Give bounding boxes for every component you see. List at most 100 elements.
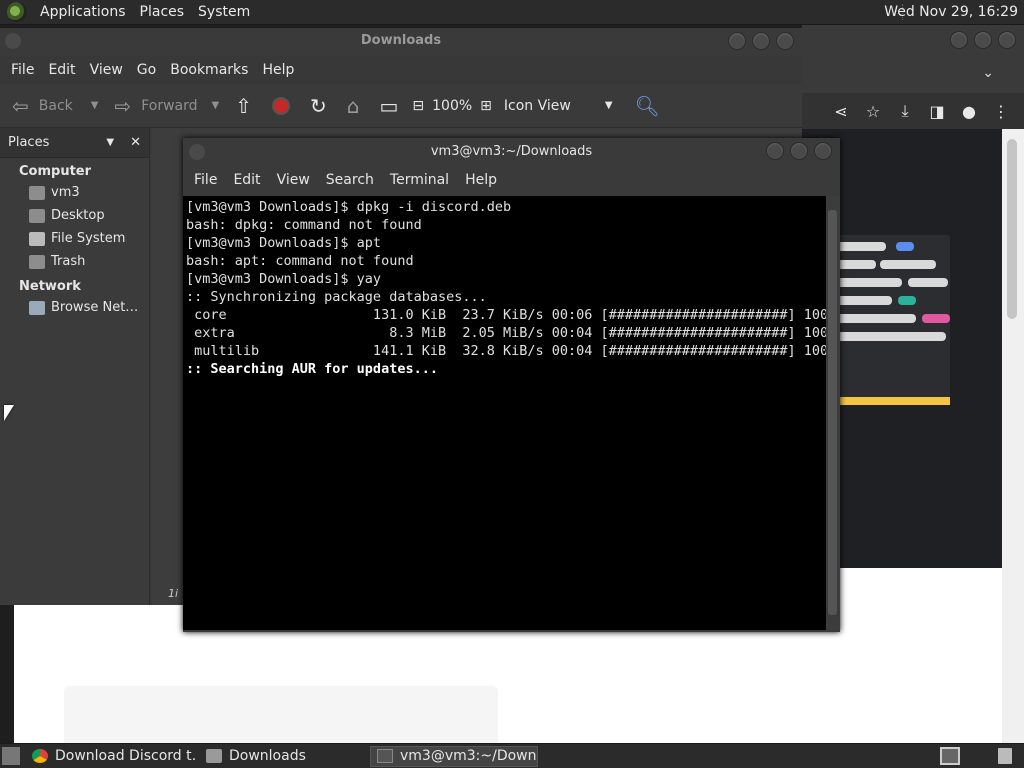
- clock[interactable]: Wed Nov 29, 16:29: [884, 4, 1018, 20]
- computer-icon: ▭: [379, 93, 399, 118]
- window-title: vm3@vm3:~/Downloads: [430, 144, 593, 159]
- maximize-button[interactable]: [752, 32, 770, 50]
- bookmark-star-icon[interactable]: ☆: [864, 102, 882, 121]
- close-button[interactable]: [814, 142, 832, 160]
- file-manager-toolbar: ⇦ Back ▼ ⇨ Forward ▼ ⇧ ↻ ⌂ ▭ ⊟ 100% ⊞ Ic…: [0, 84, 802, 128]
- window-title: Downloads: [360, 33, 442, 48]
- sidebar-section-computer: Computer: [19, 164, 92, 179]
- trash-applet-icon[interactable]: [998, 748, 1012, 764]
- distro-logo-icon[interactable]: [7, 2, 27, 22]
- terminal-line: [vm3@vm3 Downloads]$ dpkg -i discord.deb: [186, 199, 512, 215]
- menu-file[interactable]: File: [4, 62, 41, 78]
- terminal-menubar: File Edit View Search Terminal Help: [183, 165, 840, 195]
- browser-toolbar: ⋖ ☆ ⤓ ◨ ● ⋮: [802, 93, 1024, 129]
- arrow-up-icon: ⇧: [235, 93, 253, 118]
- zoom-in-icon[interactable]: ⊞: [480, 98, 492, 114]
- stop-button[interactable]: [272, 96, 291, 115]
- back-button[interactable]: ⇦ Back ▼: [12, 94, 98, 118]
- window-menu-icon[interactable]: [189, 144, 205, 160]
- show-desktop-icon[interactable]: [2, 747, 20, 765]
- sidebar-item-browse-network[interactable]: Browse Net…: [0, 296, 149, 319]
- download-icon[interactable]: ⤓: [896, 101, 914, 121]
- file-manager-menubar: File Edit View Go Bookmarks Help: [0, 56, 802, 84]
- terminal-line: bash: apt: command not found: [186, 253, 414, 269]
- sidebar-section-network: Network: [19, 279, 81, 294]
- browser-titlebar[interactable]: [802, 25, 1024, 55]
- chevron-down-icon[interactable]: ▼: [212, 100, 220, 111]
- workspace-switcher-icon[interactable]: [940, 747, 960, 765]
- chevron-down-icon[interactable]: ▼: [91, 100, 99, 111]
- arrow-right-icon: ⇨: [114, 93, 132, 118]
- places-sidebar: Places ▼ ✕ Computer vm3 Desktop File Sys…: [0, 128, 150, 605]
- terminal-window: vm3@vm3:~/Downloads File Edit View Searc…: [183, 138, 840, 632]
- applications-menu[interactable]: Applications: [33, 4, 133, 20]
- window-menu-icon[interactable]: [5, 33, 21, 49]
- sidebar-item-trash[interactable]: Trash: [0, 250, 149, 273]
- close-icon[interactable]: ✕: [130, 135, 141, 150]
- task-downloads[interactable]: Downloads: [200, 746, 366, 767]
- forward-button[interactable]: ⇨ Forward ▼: [114, 94, 219, 118]
- menu-view[interactable]: View: [83, 62, 130, 78]
- places-menu[interactable]: Places: [133, 4, 192, 20]
- terminal-icon: [377, 749, 393, 763]
- terminal-line: bash: dpkg: command not found: [186, 217, 422, 233]
- minimize-button[interactable]: [950, 31, 968, 49]
- menu-view[interactable]: View: [269, 172, 318, 188]
- minimize-button[interactable]: [766, 142, 784, 160]
- status-bar: 1i: [168, 587, 179, 600]
- browser-scrollbar[interactable]: [1002, 129, 1024, 768]
- terminal-line: :: Synchronizing package databases...: [186, 289, 487, 305]
- stop-icon: [272, 96, 291, 115]
- menu-bookmarks[interactable]: Bookmarks: [163, 62, 255, 78]
- terminal-line: extra 8.3 MiB 2.05 MiB/s 00:04 [########…: [186, 325, 826, 341]
- menu-file[interactable]: File: [186, 172, 225, 188]
- home-folder-icon: [29, 185, 45, 200]
- reload-button[interactable]: ↻: [310, 94, 327, 118]
- sidebar-item-desktop[interactable]: Desktop: [0, 204, 149, 227]
- menu-help[interactable]: Help: [255, 62, 301, 78]
- chevron-down-icon: ▼: [604, 100, 613, 111]
- task-terminal[interactable]: vm3@vm3:~/Downl…: [370, 745, 538, 767]
- sidebar-header[interactable]: Places: [8, 135, 106, 150]
- trash-icon: [29, 254, 45, 269]
- terminal-screen[interactable]: [vm3@vm3 Downloads]$ dpkg -i discord.deb…: [183, 196, 826, 630]
- menu-terminal[interactable]: Terminal: [382, 172, 457, 188]
- maximize-button[interactable]: [974, 31, 992, 49]
- search-icon: 🔍︎: [634, 93, 660, 118]
- share-icon[interactable]: ⋖: [832, 102, 850, 121]
- bottom-taskbar: Download Discord t… Downloads vm3@vm3:~/…: [0, 743, 1024, 768]
- reload-icon: ↻: [310, 93, 327, 118]
- search-button[interactable]: 🔍︎: [635, 94, 670, 118]
- sidebar-item-file-system[interactable]: File System: [0, 227, 149, 250]
- file-manager-titlebar[interactable]: Downloads: [0, 28, 802, 56]
- chevron-down-icon[interactable]: ▼: [106, 137, 114, 148]
- menu-edit[interactable]: Edit: [41, 62, 82, 78]
- menu-help[interactable]: Help: [457, 172, 505, 188]
- code-illustration: [836, 235, 950, 405]
- minimize-button[interactable]: [728, 32, 746, 50]
- view-mode-select[interactable]: Icon View ▼: [504, 98, 613, 114]
- close-button[interactable]: [776, 32, 794, 50]
- maximize-button[interactable]: [790, 142, 808, 160]
- up-button[interactable]: ⇧: [235, 94, 252, 118]
- terminal-scrollbar[interactable]: [826, 196, 840, 630]
- close-button[interactable]: [998, 31, 1016, 49]
- system-menu[interactable]: System: [191, 4, 257, 20]
- more-menu-icon[interactable]: ⋮: [992, 102, 1010, 121]
- chevron-down-icon[interactable]: ⌄: [982, 65, 994, 81]
- sidebar-item-vm3[interactable]: vm3: [0, 181, 149, 204]
- computer-button[interactable]: ▭: [379, 94, 398, 118]
- zoom-out-icon[interactable]: ⊟: [412, 98, 424, 114]
- terminal-titlebar[interactable]: vm3@vm3:~/Downloads: [183, 138, 840, 165]
- task-browser[interactable]: Download Discord t…: [26, 746, 196, 767]
- zoom-control[interactable]: ⊟ 100% ⊞: [412, 98, 492, 114]
- home-icon: ⌂: [346, 93, 360, 118]
- menu-search[interactable]: Search: [318, 172, 382, 188]
- home-button[interactable]: ⌂: [347, 94, 360, 118]
- desktop-folder-icon: [29, 208, 45, 223]
- sidepanel-icon[interactable]: ◨: [928, 102, 946, 121]
- menu-go[interactable]: Go: [130, 62, 163, 78]
- profile-icon[interactable]: ●: [960, 102, 978, 121]
- folder-icon: [206, 749, 222, 763]
- menu-edit[interactable]: Edit: [225, 172, 268, 188]
